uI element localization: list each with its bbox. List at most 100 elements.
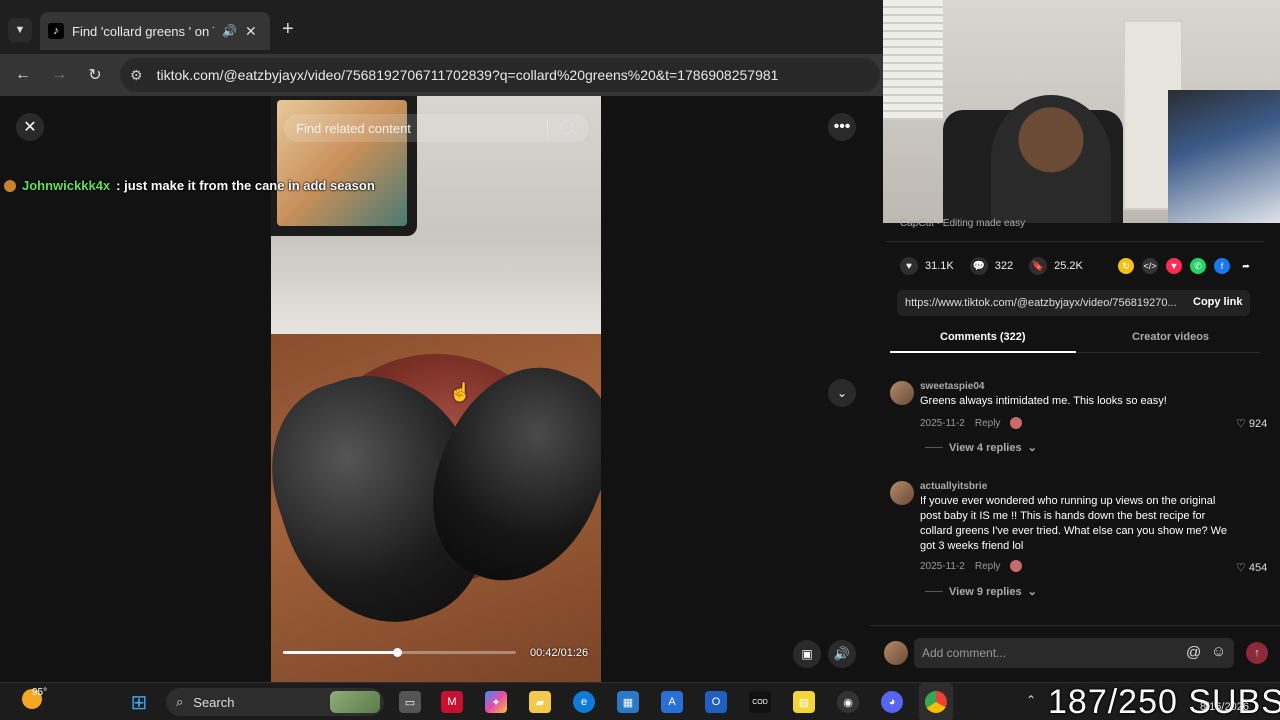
search-icon[interactable] [560, 120, 574, 134]
sticky-notes-icon[interactable]: ▤ [793, 691, 815, 713]
comment-meta: 2025-11-2 Reply [920, 560, 1023, 572]
app-icon[interactable]: A [661, 691, 683, 713]
tab-search-dropdown-button[interactable]: ▼ [8, 18, 32, 42]
close-icon[interactable]: ✕ [16, 113, 44, 141]
chevron-down-icon: ⌄ [1027, 586, 1037, 598]
reply-button[interactable]: Reply [975, 418, 1001, 429]
related-search-bar[interactable]: Find related content [284, 114, 589, 142]
address-bar: ← → ↻ ⚙ tiktok.com/@eatzbyjayx/video/756… [0, 54, 883, 96]
windows-start-icon[interactable]: ⊞ [128, 691, 150, 714]
mcafee-icon[interactable]: M [441, 691, 463, 713]
video-timecode: 00:42/01:26 [530, 647, 589, 659]
comment-username[interactable]: actuallyitsbrie [920, 481, 987, 492]
reply-button[interactable]: Reply [975, 561, 1001, 572]
close-tab-icon[interactable]: ✕ [245, 23, 257, 40]
browser-tab-bar: ▼ ♪ Find 'collard greens ' on TikTok 🔊 ✕… [0, 0, 883, 54]
task-view-icon[interactable]: ▭ [399, 691, 421, 713]
facebook-icon[interactable]: f [1214, 258, 1230, 274]
like-count: 31.1K [925, 260, 954, 272]
tab-comments[interactable]: Comments (322) [940, 331, 1026, 343]
avatar [884, 641, 908, 665]
store-icon[interactable]: ▦ [617, 691, 639, 713]
copilot-icon[interactable]: ✦ [485, 691, 507, 713]
repost-icon[interactable]: ↻ [1118, 258, 1134, 274]
video-progress-bar[interactable] [283, 648, 516, 657]
whatsapp-icon[interactable]: ✆ [1190, 258, 1206, 274]
more-options-icon[interactable]: ••• [828, 113, 856, 141]
chat-username: Johnwickkk4x [22, 178, 111, 193]
discord-icon[interactable]: ◕ [881, 691, 903, 713]
chevron-down-icon: ⌄ [1027, 442, 1037, 454]
tab-title: Find 'collard greens ' on TikTok [72, 23, 214, 39]
taskbar: 95° ⊞ ⌕ Search ▭ M ✦ ▰ e ▦ A O COD ▤ ◉ ◕… [0, 682, 1280, 720]
stream-chat-message: Johnwickkk4x : just make it from the can… [4, 178, 375, 193]
comment-likes[interactable]: ♡ 924 [1236, 417, 1267, 430]
volume-icon[interactable]: 🔊 [828, 640, 856, 668]
speaker-icon[interactable]: 🔊 [222, 24, 237, 38]
reload-icon[interactable]: ↻ [83, 63, 107, 87]
taskbar-search[interactable]: ⌕ Search [166, 688, 384, 716]
outlook-icon[interactable]: O [705, 691, 727, 713]
new-tab-button[interactable]: + [282, 18, 294, 41]
taskbar-search-label: Search [193, 694, 235, 710]
tab-creator-videos[interactable]: Creator videos [1132, 331, 1209, 343]
capcut-label[interactable]: CapCut · Editing made easy [900, 218, 1025, 229]
embed-icon[interactable]: </> [1142, 258, 1158, 274]
avatar[interactable] [890, 481, 914, 505]
send-comment-button[interactable]: ↑ [1246, 642, 1268, 664]
comment-icon[interactable]: 💬 [969, 257, 988, 275]
search-divider [547, 119, 548, 137]
webcam-overlay [883, 0, 1280, 223]
view-replies-label: View 4 replies [949, 441, 1022, 454]
forward-icon[interactable]: → [47, 63, 71, 87]
comment-like-count: 454 [1248, 562, 1268, 574]
comment-date: 2025-11-2 [920, 560, 965, 572]
like-stat[interactable]: ♥ 31.1K [900, 257, 954, 275]
chrome-icon[interactable] [925, 691, 947, 713]
back-icon[interactable]: ← [11, 63, 35, 87]
comment-username[interactable]: sweetaspie04 [920, 381, 985, 392]
chevron-down-icon[interactable]: ⌄ [828, 379, 856, 407]
bookmark-icon[interactable]: 🔖 [1029, 257, 1048, 275]
details-panel: CapCut · Editing made easy ♥ 31.1K 💬 322… [870, 218, 1280, 682]
add-comment-bar: Add comment... @ ☺ ↑ [870, 625, 1280, 682]
view-replies-button[interactable]: View 4 replies ⌄ [925, 441, 1037, 454]
comment-tabs: Comments (322) Creator videos [890, 323, 1260, 353]
view-replies-button[interactable]: View 9 replies ⌄ [925, 585, 1037, 598]
browser-tab[interactable]: ♪ Find 'collard greens ' on TikTok 🔊 ✕ [40, 12, 270, 50]
mention-icon[interactable]: @ [1186, 644, 1201, 661]
share-link-box: https://www.tiktok.com/@eatzbyjayx/video… [897, 290, 1250, 316]
picture-in-picture-icon[interactable]: ▣ [793, 640, 821, 668]
heart-icon[interactable]: ♥ [900, 257, 918, 275]
emoji-icon[interactable]: ☺ [1211, 643, 1226, 660]
creator-liked-avatar [1010, 560, 1023, 572]
related-search-placeholder: Find related content [296, 120, 411, 136]
obs-icon[interactable]: ◉ [837, 691, 859, 713]
share-arrow-icon[interactable]: ➦ [1238, 258, 1254, 274]
save-stat[interactable]: 🔖 25.2K [1029, 257, 1083, 275]
share-link-text[interactable]: https://www.tiktok.com/@eatzbyjayx/video… [905, 297, 1181, 309]
comment-like-count: 924 [1248, 418, 1268, 430]
comment-count: 322 [994, 260, 1014, 272]
chat-avatar [4, 179, 16, 192]
engagement-stats: ♥ 31.1K 💬 322 🔖 25.2K [900, 257, 1089, 275]
chat-text: : just make it from the cane in add seas… [116, 178, 375, 193]
site-settings-icon[interactable]: ⚙ [130, 67, 143, 84]
clock-date: 8/16/2026 [1200, 701, 1249, 713]
webcam-window-blinds [883, 0, 943, 120]
omnibox[interactable]: ⚙ tiktok.com/@eatzbyjayx/video/756819270… [120, 58, 880, 92]
comment-stat[interactable]: 💬 322 [969, 257, 1014, 275]
progress-fill [283, 651, 398, 654]
avatar[interactable] [890, 381, 914, 405]
tray-chevron-icon[interactable]: ⌃ [1026, 693, 1036, 707]
call-of-duty-icon[interactable]: COD [749, 691, 771, 713]
copy-link-button[interactable]: Copy link [1193, 296, 1243, 308]
url-text: tiktok.com/@eatzbyjayx/video/75681927067… [156, 67, 779, 83]
comment-likes[interactable]: ♡ 454 [1236, 561, 1267, 574]
file-explorer-icon[interactable]: ▰ [529, 691, 551, 713]
weather-widget[interactable]: 95° [22, 687, 47, 709]
weather-temperature: 95° [32, 687, 48, 698]
send-icon[interactable]: ▼ [1166, 258, 1182, 274]
video-viewer: ✕ ••• Find related content Johnwickkk4x … [0, 96, 870, 682]
edge-icon[interactable]: e [573, 691, 595, 713]
